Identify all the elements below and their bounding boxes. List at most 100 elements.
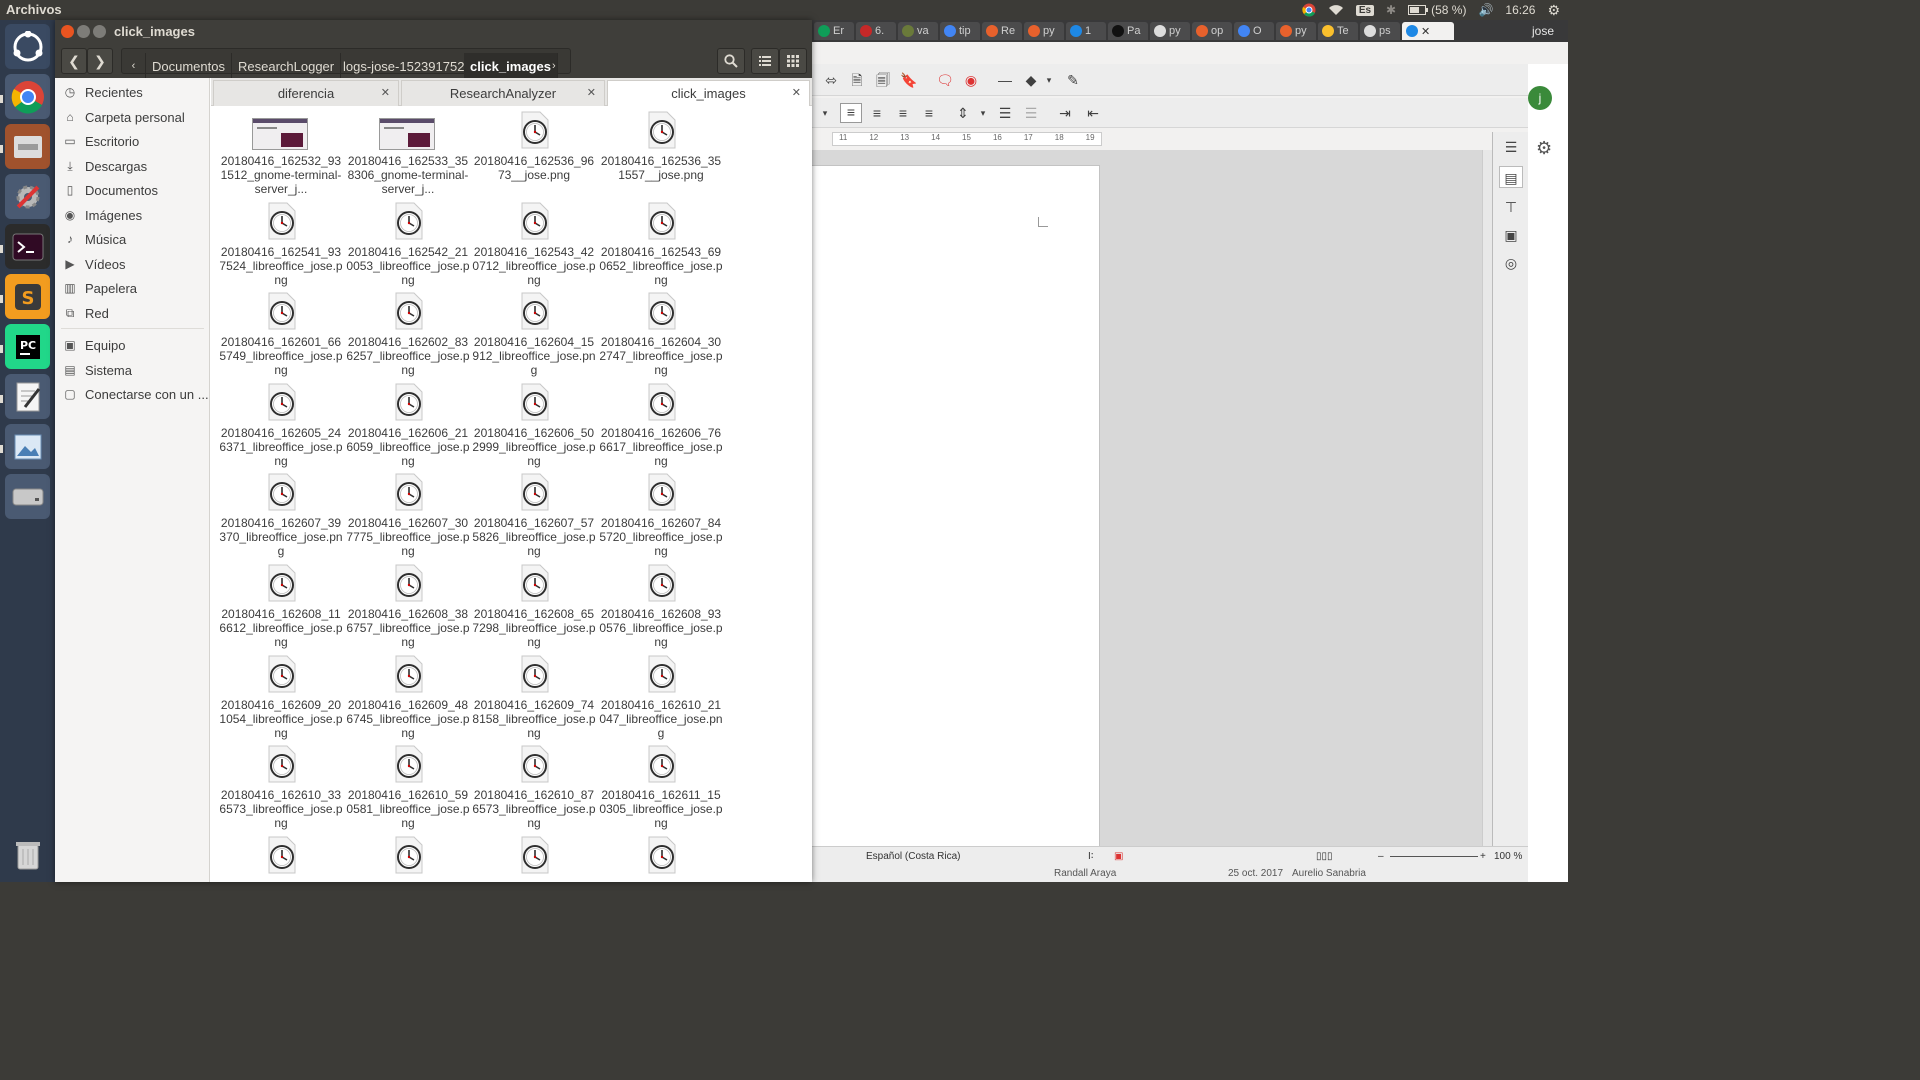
browser-tab[interactable]: op [1192,22,1232,40]
line-icon[interactable]: — [996,72,1014,88]
file-item[interactable]: 20180416_162602_836257_libreoffice_jose.… [346,291,470,381]
sidebar-item[interactable]: ▭ Escritorio [55,130,210,152]
browser-tab[interactable]: Er [814,22,854,40]
file-item[interactable]: 20180416_162536_9673__jose.png [472,110,596,200]
sidebar-item[interactable]: ▣ Equipo [55,334,210,356]
files-icon[interactable] [5,124,50,169]
file-item[interactable]: 20180416_162607_307775_libreoffice_jose.… [346,472,470,562]
insert-footnote-icon[interactable]: 🗎 [848,72,866,88]
close-icon[interactable]: ✕ [587,86,596,99]
file-item[interactable]: 20180416_162611_150305_libreoffice_jose.… [599,744,723,834]
increase-spacing-icon[interactable]: ☰ [996,105,1014,121]
justify-icon[interactable]: ≡ [920,105,938,121]
file-item[interactable]: 20180416_162604_302747_libreoffice_jose.… [599,291,723,381]
shapes-icon[interactable]: ◆ [1022,72,1040,88]
breadcrumb-item[interactable]: logs-jose-1523917529 [337,53,479,79]
browser-tab[interactable]: py [1276,22,1316,40]
browser-tab[interactable]: 1 [1066,22,1106,40]
file-item[interactable] [219,835,343,882]
file-item[interactable]: 20180416_162608_930576_libreoffice_jose.… [599,563,723,653]
file-item[interactable]: 20180416_162608_657298_libreoffice_jose.… [472,563,596,653]
sidebar-item[interactable]: ▯ Documentos [55,179,210,201]
sublime-text-icon[interactable]: S [5,274,50,319]
grid-view-button[interactable] [779,48,807,74]
align-center-icon[interactable]: ≡ [868,105,886,121]
file-item[interactable]: 20180416_162606_766617_libreoffice_jose.… [599,382,723,472]
sidebar-item[interactable]: ⧉ Red [55,302,210,324]
sidebar-item[interactable]: ♪ Música [55,228,210,250]
styles-icon[interactable]: ▤ [1499,166,1523,188]
decrease-indent-icon[interactable]: ⇤ [1084,105,1102,121]
sidebar-item[interactable]: ▤ Sistema [55,359,210,381]
sidebar-item[interactable]: ▶ Vídeos [55,253,210,275]
chevron-down-icon[interactable]: ▾ [974,105,992,121]
file-item[interactable]: 20180416_162608_386757_libreoffice_jose.… [346,563,470,653]
text-editor-icon[interactable] [5,374,50,419]
browser-tab-active[interactable]: ✕ [1402,22,1454,40]
track-changes-icon[interactable]: ◉ [962,72,980,88]
sidebar-item[interactable]: ▢ Conectarse con un ... [55,383,210,405]
window-titlebar[interactable]: click_images [55,20,812,44]
volume-icon[interactable]: 🔊 [1478,3,1493,17]
gear-icon[interactable]: ⚙ [1536,138,1552,159]
ubuntu-dash-icon[interactable] [5,24,50,69]
sidebar-item[interactable]: ◉ Imágenes [55,204,210,226]
navigator-icon[interactable]: ◎ [1499,252,1523,274]
browser-tab[interactable]: py [1024,22,1064,40]
battery-indicator[interactable]: (58 %) [1408,3,1466,17]
increase-indent-icon[interactable]: ⇥ [1056,105,1074,121]
browser-tab[interactable]: O [1234,22,1274,40]
vertical-scrollbar[interactable] [1482,150,1492,866]
page-icon[interactable]: ⊤ [1499,196,1523,218]
file-item[interactable]: 20180416_162608_116612_libreoffice_jose.… [219,563,343,653]
decrease-spacing-icon[interactable]: ☰ [1022,105,1040,121]
document-page[interactable] [812,165,1100,865]
horizontal-ruler[interactable]: 11 12 13 14 15 16 17 18 19 [832,132,1102,146]
terminal-icon[interactable] [5,224,50,269]
comment-icon[interactable]: 🗨 [936,72,954,88]
zoom-out-icon[interactable]: – [1378,851,1384,862]
back-button[interactable]: ❮ [61,48,87,74]
browser-tab[interactable]: ps [1360,22,1400,40]
language-status[interactable]: Español (Costa Rica) [866,851,960,862]
browser-tab[interactable]: 6. [856,22,896,40]
breadcrumb-item[interactable]: Documentos [146,53,232,79]
settings-icon[interactable] [5,174,50,219]
draw-icon[interactable]: ✎ [1064,72,1082,88]
zoom-slider[interactable] [1390,856,1478,857]
file-item[interactable]: 20180416_162610_336573_libreoffice_jose.… [219,744,343,834]
gear-icon[interactable]: ⚙ [1547,2,1560,19]
file-item[interactable]: 20180416_162543_690652_libreoffice_jose.… [599,201,723,291]
align-left-icon[interactable]: ≡ [840,103,862,123]
minimize-window-button[interactable] [77,25,90,38]
sidebar-item[interactable]: ◷ Recientes [55,81,210,103]
active-app-name[interactable]: Archivos [6,2,62,17]
browser-tab[interactable]: Pa [1108,22,1148,40]
browser-tab[interactable]: Te [1318,22,1358,40]
file-item[interactable]: 20180416_162604_15912_libreoffice_jose.p… [472,291,596,381]
search-button[interactable] [717,48,745,74]
gallery-icon[interactable]: ▣ [1499,224,1523,246]
browser-tab[interactable]: tip [940,22,980,40]
sidebar-item[interactable]: ⤓ Descargas [55,155,210,177]
chrome-tray-icon[interactable] [1302,3,1316,17]
file-item[interactable]: 20180416_162605_246371_libreoffice_jose.… [219,382,343,472]
image-viewer-icon[interactable] [5,424,50,469]
file-item[interactable] [599,835,723,882]
file-item[interactable]: 20180416_162609_748158_libreoffice_jose.… [472,654,596,744]
line-spacing-icon[interactable]: ⇕ [954,105,972,121]
file-item[interactable]: 20180416_162609_486745_libreoffice_jose.… [346,654,470,744]
close-icon[interactable]: ✕ [1421,25,1430,38]
tab-diferencia[interactable]: diferencia ✕ [213,80,399,106]
list-view-button[interactable] [751,48,779,74]
file-item[interactable]: 20180416_162536_351557__jose.png [599,110,723,200]
tab-researchanalyzer[interactable]: ResearchAnalyzer ✕ [401,80,605,106]
file-item[interactable]: 20180416_162610_590581_libreoffice_jose.… [346,744,470,834]
keyboard-layout-indicator[interactable]: Es [1355,4,1375,16]
file-item[interactable] [346,835,470,882]
insert-field-icon[interactable]: ⬄ [822,72,840,88]
file-item[interactable]: 20180416_162610_876573_libreoffice_jose.… [472,744,596,834]
forward-button[interactable]: ❯ [87,48,113,74]
maximize-window-button[interactable] [93,25,106,38]
file-item[interactable]: 20180416_162543_420712_libreoffice_jose.… [472,201,596,291]
